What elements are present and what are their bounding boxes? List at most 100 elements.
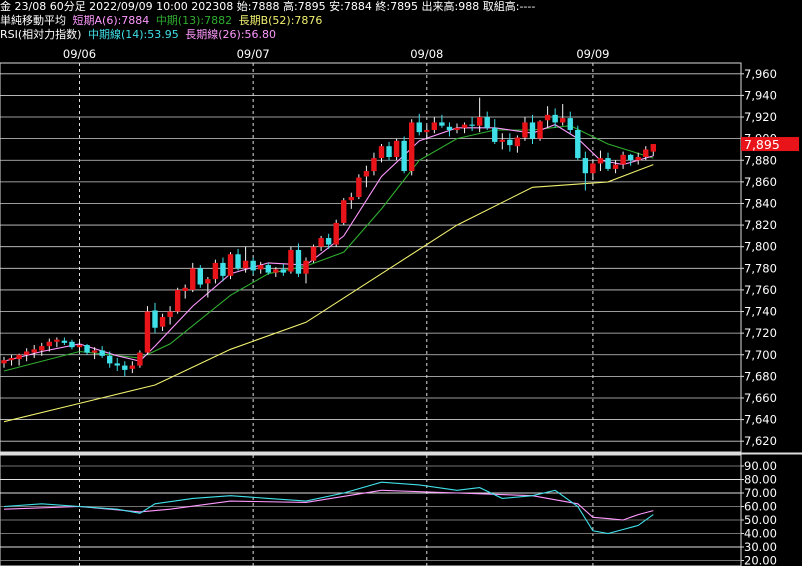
candle-up — [643, 149, 649, 158]
candle-down — [265, 265, 271, 273]
rsi-mid-value: 中期線(14):53.95 — [87, 28, 179, 41]
rsi-long-value: 長期線(26):56.80 — [185, 28, 277, 41]
candle-down — [122, 365, 128, 370]
candle-up — [182, 287, 188, 291]
candle-down — [416, 122, 422, 133]
price-tick-label: 7,780 — [744, 261, 777, 275]
price-panel-frame — [0, 62, 742, 453]
candle-up — [597, 158, 604, 164]
price-tick-label: 7,680 — [744, 369, 777, 383]
candle-down — [84, 345, 90, 353]
date-tick-label: 09/06 — [63, 47, 96, 61]
candle-down — [325, 238, 332, 245]
candle-up — [23, 351, 30, 355]
rsi-legend: RSI(相対力指数) 中期線(14):53.95 長期線(26):56.80 — [0, 28, 279, 42]
price-tick-label: 7,920 — [744, 110, 777, 124]
candle-down — [627, 154, 634, 161]
ma-title: 単純移動平均 — [0, 14, 66, 27]
candle-up — [205, 279, 211, 284]
price-tick-label: 7,660 — [744, 391, 777, 405]
candle-up — [174, 289, 181, 312]
candle-up — [167, 311, 173, 317]
ma-mid-value: 中期(13):7882 — [155, 14, 233, 27]
candle-down — [582, 158, 589, 174]
candle-down — [280, 269, 287, 273]
candle-down — [250, 260, 256, 271]
candle-down — [386, 146, 392, 158]
price-tick-label: 7,960 — [744, 67, 777, 81]
candle-down — [114, 363, 120, 366]
candle-up — [522, 122, 528, 138]
rsi-tick-label: 70.00 — [744, 486, 777, 500]
candle-up — [476, 117, 483, 126]
candle-down — [567, 118, 573, 130]
candle-up — [378, 146, 385, 159]
candle-up — [514, 137, 521, 147]
candle-up — [454, 127, 460, 130]
price-tick-label: 7,880 — [744, 153, 777, 167]
candle-up — [54, 339, 60, 342]
candle-down — [197, 268, 203, 285]
rsi-title: RSI(相対力指数) — [0, 28, 82, 41]
candle-up — [393, 140, 400, 158]
date-tick-label: 09/09 — [576, 47, 609, 61]
candle-down — [99, 350, 105, 356]
candle-up — [76, 345, 83, 348]
candle-up — [310, 246, 317, 261]
price-chart: 7,9607,9407,9207,9007,8807,8607,8407,820… — [0, 47, 802, 566]
candle-up — [31, 349, 37, 353]
candle-up — [635, 157, 641, 161]
candle-up — [424, 129, 430, 133]
candle-up — [129, 365, 136, 369]
candle-up — [499, 139, 505, 142]
candle-down — [69, 341, 75, 348]
candle-down — [529, 122, 536, 139]
candle-down — [235, 254, 241, 269]
candle-up — [590, 163, 596, 174]
candle-up — [363, 171, 370, 177]
price-tick-label: 7,720 — [744, 326, 777, 340]
rsi-tick-label: 90.00 — [744, 459, 777, 473]
candle-down — [605, 158, 611, 169]
ma-legend: 単純移動平均 短期A(6):7884 中期(13):7882 長期B(52):7… — [0, 14, 325, 28]
candle-up — [144, 311, 151, 353]
rsi-tick-label: 80.00 — [744, 473, 777, 487]
candle-down — [107, 355, 113, 364]
price-tick-label: 7,620 — [744, 434, 777, 448]
price-tick-label: 7,840 — [744, 196, 777, 210]
candle-up — [159, 316, 166, 327]
candle-down — [152, 310, 158, 328]
candle-down — [575, 129, 581, 159]
price-tick-label: 7,740 — [744, 305, 777, 319]
candle-up — [650, 144, 656, 152]
candle-down — [220, 262, 226, 276]
candle-up — [242, 260, 249, 269]
candle-up — [341, 200, 347, 223]
candle-down — [401, 140, 407, 172]
date-tick-label: 09/07 — [237, 47, 270, 61]
price-tick-label: 7,800 — [744, 240, 777, 254]
candle-up — [16, 354, 22, 360]
candle-down — [439, 122, 445, 126]
candle-up — [91, 350, 98, 353]
candle-up — [273, 269, 279, 273]
candle-up — [190, 268, 196, 290]
price-tick-label: 7,820 — [744, 218, 777, 232]
price-tick-label: 7,860 — [744, 175, 777, 189]
last-price-label: 7,895 — [744, 137, 780, 152]
candle-down — [61, 340, 68, 343]
rsi-tick-label: 30.00 — [744, 540, 777, 554]
candle-up — [137, 352, 143, 366]
candle-up — [348, 196, 354, 201]
rsi-tick-label: 20.00 — [744, 554, 777, 566]
candle-down — [295, 249, 302, 274]
price-tick-label: 7,940 — [744, 88, 777, 102]
rsi-panel-frame — [0, 454, 742, 566]
ma-short-value: 短期A(6):7884 — [72, 14, 150, 27]
candle-up — [544, 114, 551, 121]
candle-up — [333, 222, 339, 245]
candle-down — [492, 127, 498, 142]
rsi-tick-label: 40.00 — [744, 527, 777, 541]
candle-down — [484, 117, 490, 128]
candle-down — [446, 126, 453, 130]
